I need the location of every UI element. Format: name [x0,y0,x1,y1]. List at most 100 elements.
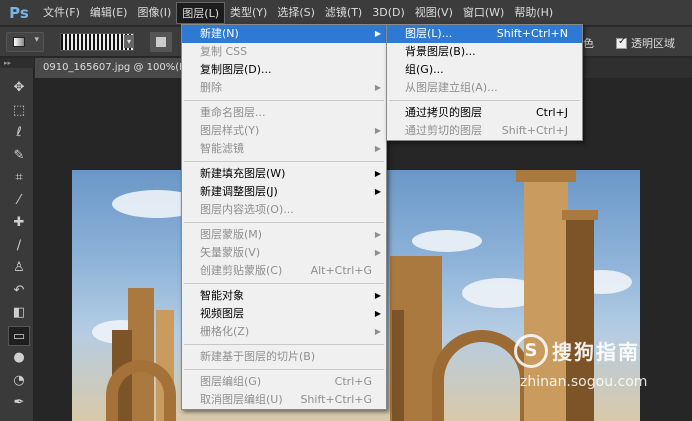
menu-item-label: 新建基于图层的切片(B) [200,350,316,363]
menubar-item[interactable]: 图像(I) [132,2,176,24]
submenu-arrow-icon: ▶ [374,309,381,318]
menu-item-label: 从图层建立组(A)... [405,81,498,94]
menu-item[interactable]: 图层(L)... Shift+Ctrl+N [387,25,582,43]
new-submenu: 图层(L)... Shift+Ctrl+N 背景图层(B)... 组(G)... 从图层… [386,24,583,141]
menu-item[interactable]: 新建填充图层(W) ▶ [182,165,386,183]
transparency-checkbox[interactable] [616,36,627,49]
menu-item-label: 通过拷贝的图层 [405,106,482,119]
menubar-item[interactable]: 视图(V) [410,2,458,24]
menubar-item[interactable]: 帮助(H) [509,2,558,24]
menu-item-label: 复制 CSS [200,45,248,58]
menubar-item[interactable]: 图层(L) [176,1,226,24]
layer-menu: 新建(N) ▶ 复制 CSS 复制图层(D)... 删除 ▶ 重命名图层... 图层样式(Y)… [181,24,387,410]
photoshop-logo: Ps [9,3,29,22]
transparency-label: 透明区域 [631,37,675,50]
menu-item[interactable]: 新建调整图层(J) ▶ [182,183,386,201]
menubar-item[interactable]: 文件(F) [38,2,85,24]
menubar-item[interactable]: 窗口(W) [458,2,509,24]
marquee-tool-icon[interactable]: ⬚ [8,101,30,121]
gradient-picker-dropdown-icon[interactable]: ▾ [124,35,134,48]
menu-item-label: 通过剪切的图层 [405,124,482,137]
menu-item[interactable]: 背景图层(B)... [387,43,582,61]
eyedropper-tool-icon[interactable]: ⁄ [8,191,30,211]
menu-item-label: 图层蒙版(M) [200,228,263,241]
menu-item-shortcut: Shift+Ctrl+G [300,393,372,406]
gradient-picker[interactable] [60,33,134,51]
menu-item-label: 视频图层 [200,307,244,320]
transparency-option[interactable]: 透明区域 [616,35,675,51]
menu-item-label: 重命名图层... [200,106,266,119]
menu-item: 矢量蒙版(V) ▶ [182,244,386,262]
watermark-title: 搜狗指南 [552,340,640,364]
menubar-item[interactable]: 类型(Y) [225,2,272,24]
menu-separator [184,283,384,284]
menu-item-shortcut: Alt+Ctrl+G [310,264,372,277]
menu-item-label: 图层编组(G) [200,375,262,388]
menu-separator [389,100,580,101]
submenu-arrow-icon: ▶ [374,291,381,300]
menu-item[interactable]: 通过拷贝的图层 Ctrl+J [387,104,582,122]
menu-item: 智能滤镜 ▶ [182,140,386,158]
menu-item[interactable]: 视频图层 ▶ [182,305,386,323]
stamp-tool-icon[interactable]: ♙ [8,258,30,278]
panel-collapse-grip[interactable]: ▸▸ [0,58,34,68]
lasso-tool-icon[interactable]: ℓ [8,123,30,143]
menu-bar: Ps 文件(F) 编辑(E) 图像(I) 图层(L) 类型(Y) 选择(S) 滤镜(T) 3D… [0,0,692,26]
menu-item: 新建基于图层的切片(B) [182,348,386,366]
menu-item: 图层编组(G) Ctrl+G [182,373,386,391]
history-brush-tool-icon[interactable]: ↶ [8,281,30,301]
submenu-arrow-icon: ▶ [374,169,381,178]
gradient-tool-icon[interactable]: ▭ [8,325,30,346]
menubar-item[interactable]: 3D(D) [367,2,410,24]
cloud [412,230,482,252]
menu-item: 重命名图层... [182,104,386,122]
menu-item[interactable]: 智能对象 ▶ [182,287,386,305]
menu-item: 从图层建立组(A)... [387,79,582,97]
watermark-url: zhinan.sogou.com [520,374,648,390]
tool-preset-picker[interactable]: ▾ [6,32,44,52]
blur-tool-icon[interactable]: ● [8,348,30,368]
healing-brush-tool-icon[interactable]: ✚ [8,213,30,233]
menu-item-label: 智能对象 [200,289,244,302]
photoshop-window: Ps 文件(F) 编辑(E) 图像(I) 图层(L) 类型(Y) 选择(S) 滤镜(T) 3D… [0,0,692,421]
menu-item-label: 图层样式(Y) [200,124,260,137]
eraser-tool-icon[interactable]: ◧ [8,303,30,323]
menu-item-label: 图层(L)... [405,27,453,40]
menu-item: 创建剪贴蒙版(C) Alt+Ctrl+G [182,262,386,280]
linear-gradient-button[interactable] [150,32,172,52]
chevron-down-icon: ▾ [34,35,39,45]
menu-item-label: 智能滤镜 [200,142,244,155]
menu-item-label: 新建填充图层(W) [200,167,286,180]
menubar-item[interactable]: 选择(S) [272,2,320,24]
menu-item: 通过剪切的图层 Shift+Ctrl+J [387,122,582,140]
move-tool-icon[interactable]: ✥ [8,78,30,98]
menubar-item[interactable]: 滤镜(T) [320,2,367,24]
menu-item[interactable]: 新建(N) ▶ [182,25,386,43]
pen-tool-icon[interactable]: ✒ [8,393,30,413]
menu-item-label: 删除 [200,81,222,94]
quick-select-tool-icon[interactable]: ✎ [8,146,30,166]
dodge-tool-icon[interactable]: ◔ [8,371,30,391]
menu-item-shortcut: Shift+Ctrl+J [501,124,568,137]
menu-item-label: 复制图层(D)... [200,63,272,76]
menu-item: 图层内容选项(O)... [182,201,386,219]
crop-tool-icon[interactable]: ⌗ [8,168,30,188]
tools-panel: ▸▸ ✥ ⬚ ℓ ✎ ⌗ ⁄ ✚ ∕ ♙ ↶ ◧ ▭ ● ◔ ✒ [0,58,34,421]
submenu-arrow-icon: ▶ [374,144,381,153]
submenu-arrow-icon: ▶ [374,248,381,257]
menu-item-label: 新建(N) [200,27,239,40]
menu-item-shortcut: Ctrl+J [535,106,568,119]
menubar-item[interactable]: 编辑(E) [85,2,133,24]
menu-separator [184,344,384,345]
menu-item-label: 新建调整图层(J) [200,185,278,198]
ruin-arch [106,360,176,421]
gradient-tool-preset-icon [13,37,25,47]
submenu-arrow-icon: ▶ [374,327,381,336]
menu-item[interactable]: 组(G)... [387,61,582,79]
document-tab[interactable]: 0910_165607.jpg @ 100%(R [35,58,195,78]
menu-separator [184,161,384,162]
brush-tool-icon[interactable]: ∕ [8,236,30,256]
menu-item[interactable]: 复制图层(D)... [182,61,386,79]
submenu-arrow-icon: ▶ [374,83,381,92]
menu-item-label: 图层内容选项(O)... [200,203,294,216]
